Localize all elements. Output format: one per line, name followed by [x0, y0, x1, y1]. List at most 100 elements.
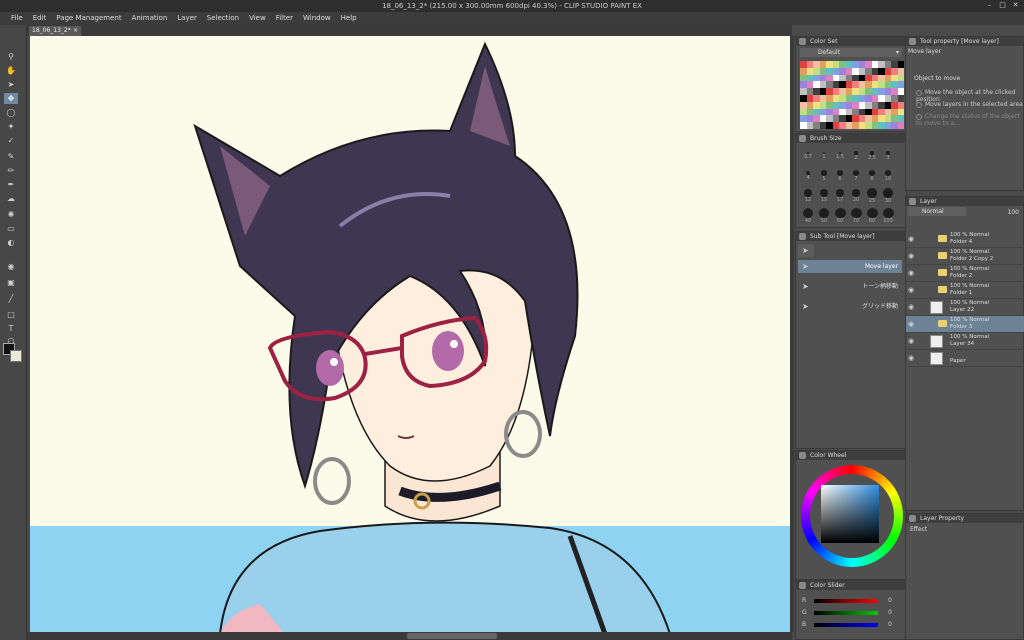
canvas-vertical-scrollbar[interactable]: [790, 36, 794, 632]
menu-file[interactable]: File: [6, 12, 28, 25]
blend-tool-icon[interactable]: ◐: [4, 237, 18, 248]
brush-size-option[interactable]: 12: [800, 188, 816, 204]
move-layer-tool-icon[interactable]: ✥: [4, 93, 18, 104]
eraser-tool-icon[interactable]: ▭: [4, 223, 18, 234]
color-swatch-fg-bg[interactable]: [3, 343, 23, 363]
eye-icon[interactable]: ◉: [908, 286, 914, 294]
sub-tool-move-layer[interactable]: ➤ Move layer: [798, 260, 902, 273]
radio-icon[interactable]: [916, 101, 922, 108]
color-swatch[interactable]: [897, 122, 904, 129]
color-swatch[interactable]: [897, 108, 904, 116]
brush-size-option[interactable]: 6: [832, 168, 848, 184]
layer-row[interactable]: ◉ Paper: [906, 350, 1024, 367]
green-slider[interactable]: G0: [802, 609, 898, 617]
gradient-tool-icon[interactable]: ▣: [4, 277, 18, 288]
sub-tool-group-icon[interactable]: ➤: [798, 244, 814, 257]
text-tool-icon[interactable]: T: [4, 323, 18, 334]
document-tab[interactable]: 18_06_13_2* ×: [29, 26, 81, 36]
menu-page-management[interactable]: Page Management: [51, 12, 126, 25]
radio-icon[interactable]: [916, 113, 922, 120]
layer-opacity-value[interactable]: 100: [1008, 209, 1019, 216]
option-move-selected-area[interactable]: Move layers in the selected area: [916, 101, 1023, 108]
brush-size-option[interactable]: 1.5: [832, 148, 848, 164]
color-swatch[interactable]: [897, 61, 904, 68]
fill-tool-icon[interactable]: ◉: [4, 261, 18, 272]
red-slider[interactable]: R0: [802, 597, 898, 605]
brush-size-option[interactable]: 60: [832, 208, 848, 224]
eye-icon[interactable]: ◉: [908, 235, 914, 243]
maximize-icon[interactable]: □: [998, 1, 1007, 10]
brush-size-option[interactable]: 2.5: [864, 148, 880, 164]
pen-tool-icon[interactable]: ✎: [4, 151, 18, 162]
brush-size-option[interactable]: 30: [880, 188, 896, 204]
menu-window[interactable]: Window: [298, 12, 336, 25]
brush-size-option[interactable]: 2: [848, 148, 864, 164]
layer-row[interactable]: ◉ 100 % Normal Layer 22: [906, 299, 1024, 316]
layer-row[interactable]: ◉ 100 % Normal Layer 34: [906, 333, 1024, 350]
eye-icon[interactable]: ◉: [908, 354, 914, 362]
close-icon[interactable]: ✕: [1011, 1, 1020, 10]
selection-tool-icon[interactable]: ◯: [4, 107, 18, 118]
airbrush-tool-icon[interactable]: ☁: [4, 193, 18, 204]
operation-tool-icon[interactable]: ➤: [4, 79, 18, 90]
menu-filter[interactable]: Filter: [271, 12, 298, 25]
brush-size-option[interactable]: 15: [816, 188, 832, 204]
layer-row[interactable]: ◉ 100 % Normal Folder 2 Copy 2: [906, 248, 1024, 265]
color-swatch[interactable]: [897, 115, 904, 123]
menu-edit[interactable]: Edit: [28, 12, 52, 25]
brush-size-option[interactable]: 25: [864, 188, 880, 204]
color-swatch[interactable]: [897, 74, 904, 82]
brush-size-option[interactable]: 17: [832, 188, 848, 204]
radio-icon[interactable]: [916, 89, 922, 96]
canvas[interactable]: [30, 36, 790, 634]
zoom-tool-icon[interactable]: ⚲: [4, 51, 18, 62]
color-swatch[interactable]: [897, 81, 904, 89]
menu-selection[interactable]: Selection: [202, 12, 244, 25]
brush-size-option[interactable]: 50: [816, 208, 832, 224]
figure-tool-icon[interactable]: ╱: [4, 293, 18, 304]
canvas-horizontal-scrollbar[interactable]: [27, 632, 792, 640]
auto-select-tool-icon[interactable]: ✦: [4, 121, 18, 132]
layer-row[interactable]: ◉ 100 % Normal Folder 2: [906, 265, 1024, 282]
minimize-icon[interactable]: –: [985, 1, 994, 10]
brush-size-option[interactable]: 100: [880, 208, 896, 224]
brush-size-option[interactable]: 3: [880, 148, 896, 164]
option-change-status[interactable]: Change the status of the object to move …: [916, 113, 1023, 127]
pencil-tool-icon[interactable]: ✏: [4, 165, 18, 176]
brush-size-option[interactable]: 7: [848, 168, 864, 184]
eyedropper-tool-icon[interactable]: ✓: [4, 135, 18, 146]
brush-size-option[interactable]: 10: [880, 168, 896, 184]
menu-help[interactable]: Help: [336, 12, 362, 25]
layer-row[interactable]: ◉ 100 % Normal Folder 3: [906, 316, 1024, 333]
blue-slider[interactable]: B0: [802, 621, 898, 629]
sub-color-swatch[interactable]: [10, 350, 22, 362]
brush-size-option[interactable]: 40: [800, 208, 816, 224]
color-swatch[interactable]: [897, 67, 904, 75]
brush-size-option[interactable]: 70: [848, 208, 864, 224]
menu-view[interactable]: View: [244, 12, 271, 25]
brush-size-option[interactable]: 1: [816, 148, 832, 164]
slider-track[interactable]: [814, 623, 878, 627]
color-swatch[interactable]: [897, 94, 904, 102]
menu-layer[interactable]: Layer: [172, 12, 202, 25]
menu-animation[interactable]: Animation: [127, 12, 173, 25]
brush-size-option[interactable]: 20: [848, 188, 864, 204]
saturation-value-square[interactable]: [821, 485, 879, 543]
color-swatch[interactable]: [897, 88, 904, 95]
slider-track[interactable]: [814, 599, 878, 603]
decoration-tool-icon[interactable]: ✺: [4, 209, 18, 220]
scrollbar-thumb[interactable]: [407, 633, 497, 639]
brush-size-grid[interactable]: 0.7 1 1.5 2 2.5 3 4 5 6 7 8 10 12 15 17 20 25 30 40 50 60 70 8…: [800, 148, 896, 224]
eye-icon[interactable]: ◉: [908, 320, 914, 328]
brush-size-option[interactable]: 80: [864, 208, 880, 224]
eye-icon[interactable]: ◉: [908, 337, 914, 345]
sub-tool-grid-move[interactable]: ➤ グリッド移動: [798, 300, 902, 313]
color-set-dropdown[interactable]: Default ▾: [800, 48, 902, 57]
brush-tool-icon[interactable]: ✒: [4, 179, 18, 190]
brush-size-option[interactable]: 4: [800, 168, 816, 184]
brush-size-option[interactable]: 0.7: [800, 148, 816, 164]
frame-tool-icon[interactable]: □: [4, 309, 18, 320]
blend-mode-dropdown[interactable]: Normal: [908, 207, 966, 216]
color-set-swatches[interactable]: [800, 61, 904, 129]
brush-size-option[interactable]: 8: [864, 168, 880, 184]
